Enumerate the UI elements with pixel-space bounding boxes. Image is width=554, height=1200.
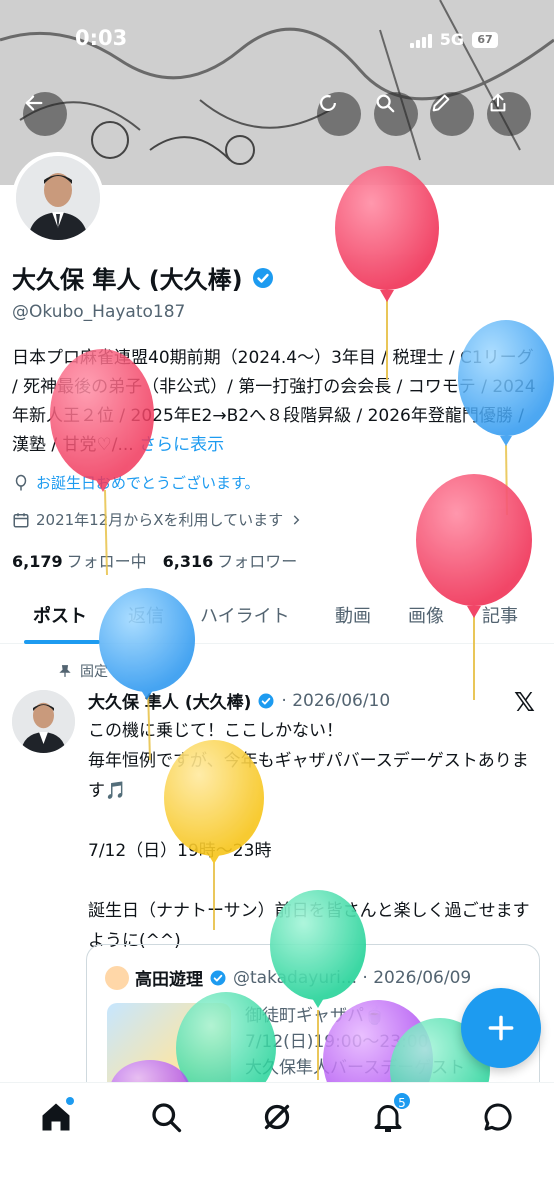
status-indicators: 5G 67 bbox=[409, 30, 498, 49]
quote-author-name: 高田遊理 bbox=[135, 970, 203, 990]
compose-button[interactable] bbox=[461, 988, 541, 1068]
share-icon bbox=[490, 93, 506, 112]
followers-label: フォロワー bbox=[217, 552, 298, 571]
verified-icon bbox=[210, 970, 226, 985]
post-body-text: この機に乗じて！ここしかない！ 毎年恒例ですが、今年もギャザパバースデーゲストあ… bbox=[88, 721, 530, 951]
nav-search[interactable] bbox=[148, 1099, 184, 1135]
battery-icon: 67 bbox=[472, 31, 498, 48]
joined-row[interactable]: 2021年12月からXを利用しています bbox=[12, 509, 303, 530]
profile-tabs: ポスト 返信 ハイライト 動画 画像 記事 bbox=[0, 590, 554, 644]
profile-handle: @Okubo_Hayato187 bbox=[12, 302, 186, 322]
follow-counts: 6,179 フォロー中 6,316 フォロワー bbox=[12, 548, 297, 572]
nav-messages[interactable] bbox=[480, 1099, 516, 1135]
search-icon bbox=[152, 1103, 182, 1133]
following-link[interactable]: 6,179 フォロー中 bbox=[12, 548, 147, 572]
status-bar: 0:03 5G 67 bbox=[0, 0, 554, 80]
back-icon bbox=[25, 95, 43, 111]
birthday-row: お誕生日おめでとうございます。 bbox=[12, 472, 260, 493]
share-button[interactable] bbox=[487, 92, 531, 136]
pinned-label: 固定 bbox=[58, 661, 108, 681]
tab-articles[interactable]: 記事 bbox=[482, 602, 518, 628]
balloon-red-3 bbox=[416, 474, 532, 700]
post-author-avatar[interactable] bbox=[12, 690, 75, 753]
post-date: · 2026/06/10 bbox=[281, 690, 391, 711]
profile-avatar[interactable] bbox=[12, 152, 104, 244]
home-unread-dot bbox=[66, 1097, 74, 1105]
followers-link[interactable]: 6,316 フォロワー bbox=[163, 548, 298, 572]
tab-images[interactable]: 画像 bbox=[408, 602, 444, 628]
notifications-badge: 5 bbox=[392, 1091, 412, 1111]
tab-posts[interactable]: ポスト bbox=[33, 602, 87, 628]
x-logo-icon: 𝕏 bbox=[514, 688, 535, 718]
followers-count: 6,316 bbox=[162, 552, 214, 571]
network-type: 5G bbox=[439, 30, 464, 49]
quote-header: 高田遊理 @takadayuri... · 2026/06/09 bbox=[105, 965, 471, 990]
calendar-icon bbox=[13, 512, 29, 527]
verified-icon bbox=[258, 693, 274, 708]
profile-banner[interactable]: 0:03 5G 67 bbox=[0, 0, 554, 185]
nav-grok[interactable] bbox=[259, 1099, 295, 1135]
chevron-right-icon bbox=[293, 514, 300, 525]
bio-show-more-link[interactable]: さらに表示 bbox=[139, 435, 224, 455]
back-button[interactable] bbox=[23, 92, 67, 136]
birthday-text: お誕生日おめでとうございます。 bbox=[36, 474, 260, 492]
status-time: 0:03 bbox=[75, 26, 128, 50]
pin-icon bbox=[59, 665, 71, 677]
bio-text: 日本プロ麻雀連盟40期前期（2024.4～）3年目 / 税理士 / C1リーグ … bbox=[12, 348, 536, 455]
quote-author-avatar bbox=[105, 965, 129, 990]
verified-icon[interactable] bbox=[251, 266, 275, 290]
profile-display-name: 大久保 隼人 (大久棒) bbox=[12, 266, 243, 294]
profile-bio: 日本プロ麻雀連盟40期前期（2024.4～）3年目 / 税理士 / C1リーグ … bbox=[12, 344, 542, 460]
nav-home[interactable] bbox=[38, 1097, 74, 1135]
balloon-icon bbox=[15, 474, 27, 490]
quote-meta: @takadayuri... · 2026/06/09 bbox=[233, 967, 472, 988]
plus-icon bbox=[488, 1015, 514, 1041]
pinned-text: 固定 bbox=[80, 664, 108, 680]
messages-icon bbox=[484, 1103, 512, 1131]
grok-icon bbox=[264, 1104, 290, 1130]
nav-notifications[interactable]: 5 bbox=[370, 1091, 412, 1135]
tab-videos[interactable]: 動画 bbox=[335, 602, 371, 628]
tab-replies[interactable]: 返信 bbox=[128, 602, 164, 628]
search-icon bbox=[376, 94, 395, 113]
profile-name-row: 大久保 隼人 (大久棒) bbox=[12, 260, 275, 295]
avatar-portrait bbox=[16, 156, 100, 240]
edit-button[interactable] bbox=[430, 92, 474, 136]
following-count: 6,179 bbox=[12, 552, 63, 571]
tab-highlights[interactable]: ハイライト bbox=[200, 602, 290, 628]
joined-text: 2021年12月からXを利用しています bbox=[36, 511, 284, 529]
refresh-button[interactable] bbox=[317, 92, 361, 136]
active-tab-indicator bbox=[24, 640, 100, 644]
edit-icon bbox=[432, 94, 450, 112]
refresh-icon bbox=[320, 95, 336, 111]
bottom-navigation: 5 bbox=[0, 1082, 554, 1200]
signal-icon bbox=[409, 32, 432, 48]
search-button[interactable] bbox=[374, 92, 418, 136]
post-author-name[interactable]: 大久保 隼人 (大久棒) bbox=[88, 688, 251, 713]
avatar-portrait-small bbox=[12, 690, 75, 753]
following-label: フォロー中 bbox=[66, 552, 147, 571]
post-header: 大久保 隼人 (大久棒) · 2026/06/10 bbox=[88, 688, 391, 714]
